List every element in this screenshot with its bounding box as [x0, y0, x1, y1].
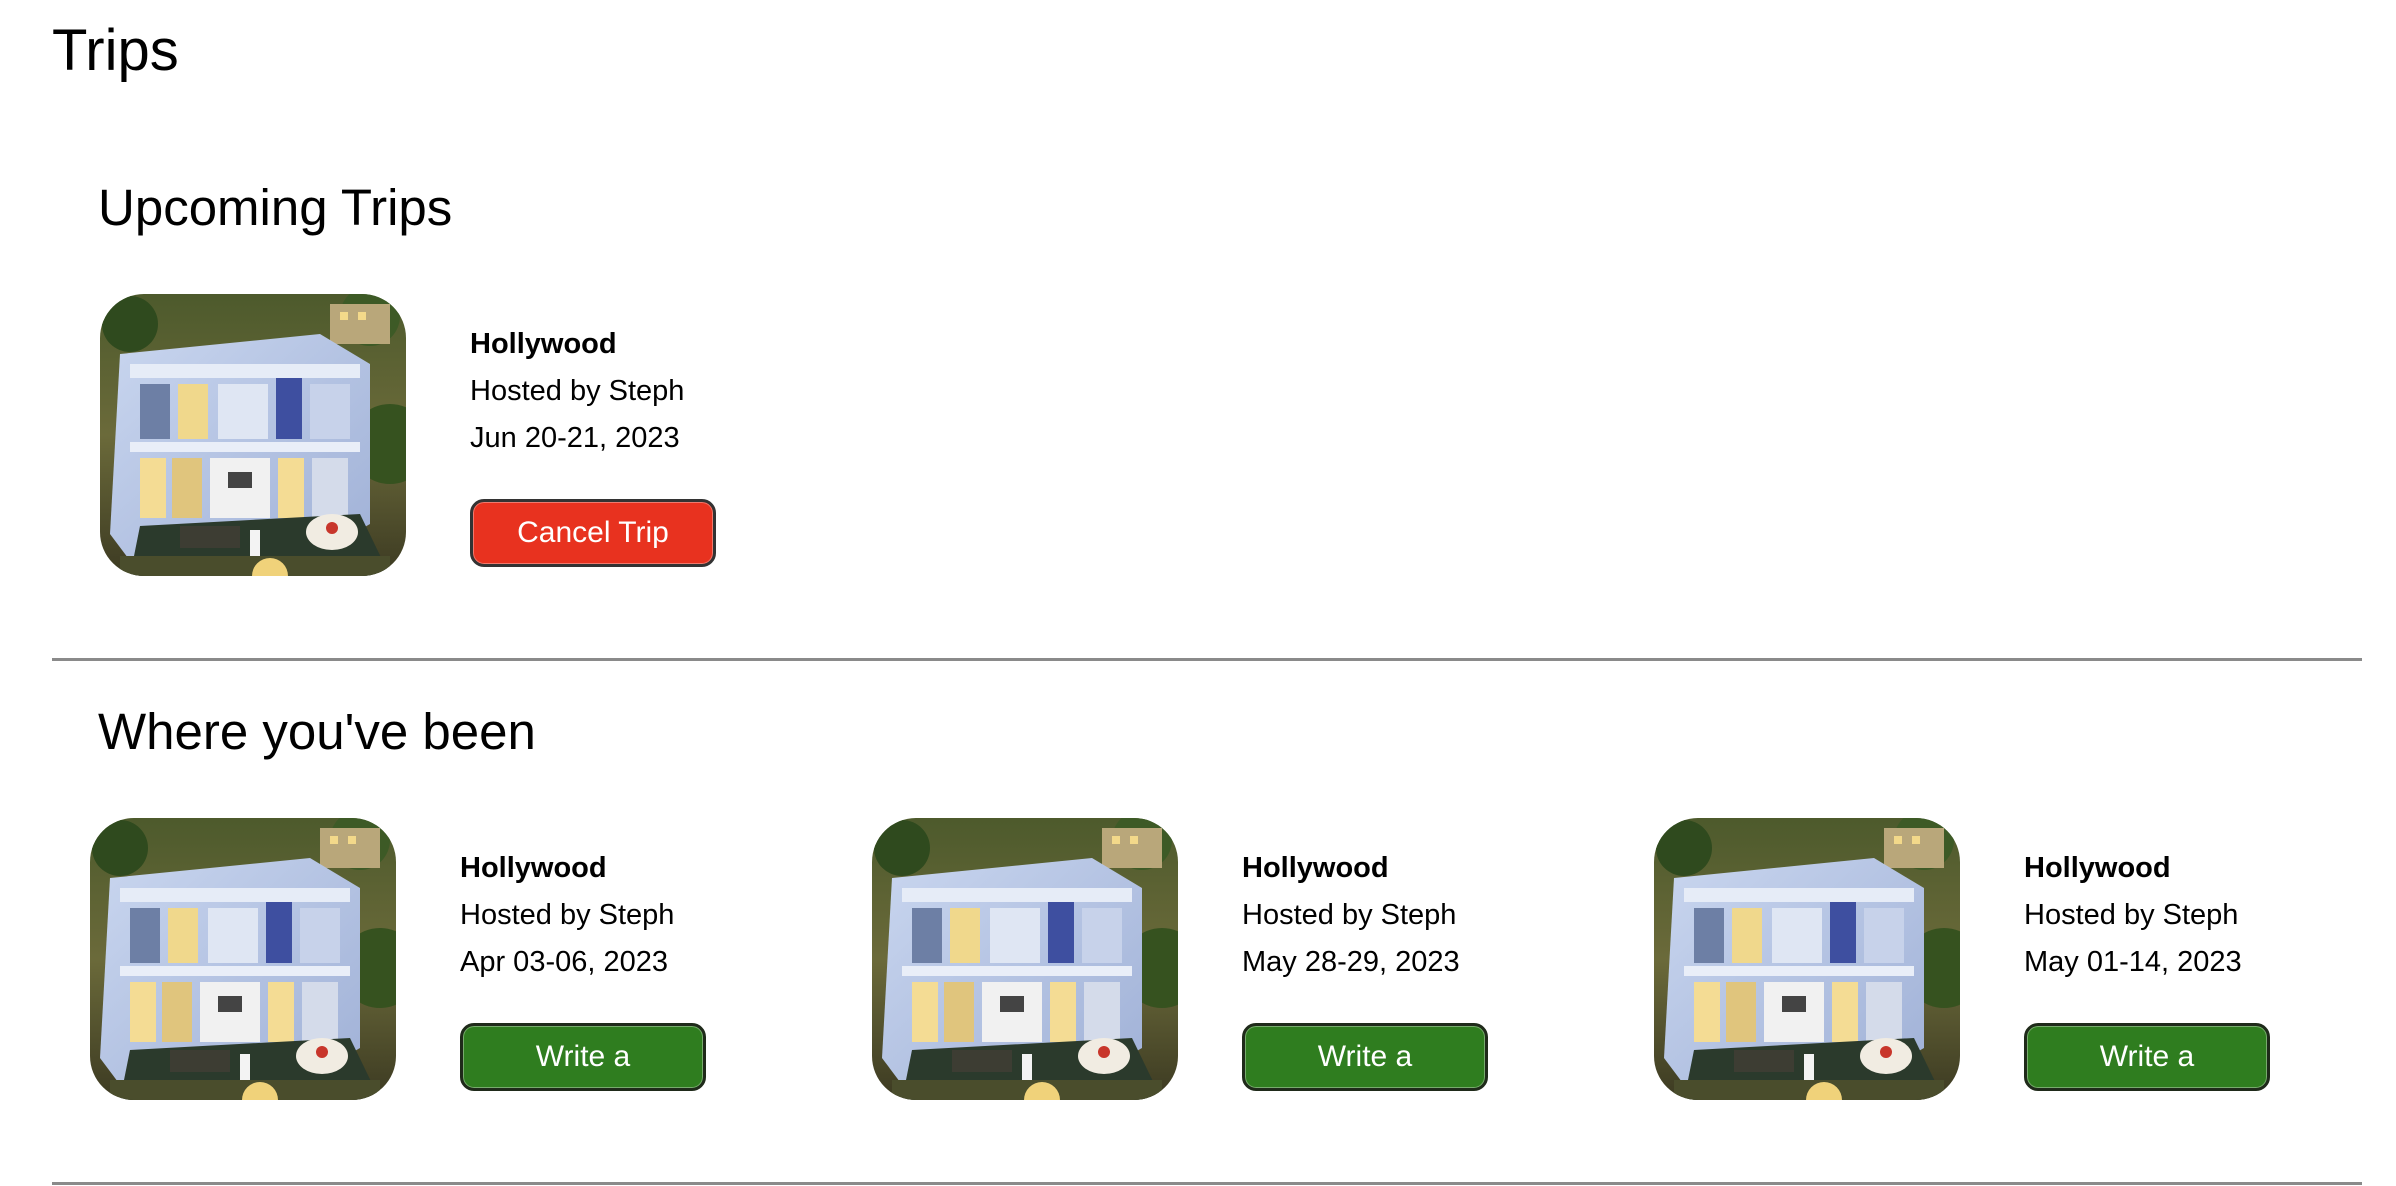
- trip-location: Hollywood: [470, 328, 617, 360]
- trip-info: Hollywood Hosted by Steph May 01-14, 202…: [2024, 845, 2270, 1135]
- listing-photo[interactable]: [872, 818, 1178, 1100]
- past-trip-card: Hollywood Hosted by Steph May 28-29, 202…: [872, 818, 1572, 1135]
- trip-dates: Apr 03-06, 2023: [460, 946, 668, 978]
- past-trips-heading: Where you've been: [98, 703, 536, 760]
- trip-host: Hosted by Steph: [1242, 899, 1457, 931]
- upcoming-trips-heading: Upcoming Trips: [98, 179, 453, 236]
- trip-dates: Jun 20-21, 2023: [470, 422, 680, 454]
- trip-location: Hollywood: [2024, 852, 2171, 884]
- write-review-button[interactable]: Write a Review: [2024, 1023, 2270, 1135]
- trips-page: Trips Upcoming Trips Hollywood Hosted by…: [0, 0, 2396, 1186]
- write-review-button[interactable]: Write a Review: [460, 1023, 706, 1135]
- write-review-button[interactable]: Write a Review: [1242, 1023, 1488, 1135]
- trip-info: Hollywood Hosted by Steph Apr 03-06, 202…: [460, 845, 706, 1135]
- section-divider: [52, 1182, 2362, 1185]
- trip-host: Hosted by Steph: [2024, 899, 2239, 931]
- cancel-trip-button[interactable]: Cancel Trip: [470, 499, 716, 567]
- trip-host: Hosted by Steph: [470, 375, 685, 407]
- trip-location: Hollywood: [1242, 852, 1389, 884]
- trip-info: Hollywood Hosted by Steph Jun 20-21, 202…: [470, 321, 716, 567]
- trip-host: Hosted by Steph: [460, 899, 675, 931]
- past-trip-card: Hollywood Hosted by Steph Apr 03-06, 202…: [90, 818, 790, 1135]
- upcoming-trip-card: Hollywood Hosted by Steph Jun 20-21, 202…: [100, 294, 800, 584]
- listing-photo[interactable]: [1654, 818, 1960, 1100]
- trip-info: Hollywood Hosted by Steph May 28-29, 202…: [1242, 845, 1488, 1135]
- trip-location: Hollywood: [460, 852, 607, 884]
- past-trip-card: Hollywood Hosted by Steph May 01-14, 202…: [1654, 818, 2354, 1135]
- listing-photo[interactable]: [90, 818, 396, 1100]
- section-divider: [52, 658, 2362, 661]
- trip-dates: May 01-14, 2023: [2024, 946, 2242, 978]
- trip-dates: May 28-29, 2023: [1242, 946, 1460, 978]
- page-title: Trips: [52, 18, 179, 83]
- listing-photo[interactable]: [100, 294, 406, 576]
